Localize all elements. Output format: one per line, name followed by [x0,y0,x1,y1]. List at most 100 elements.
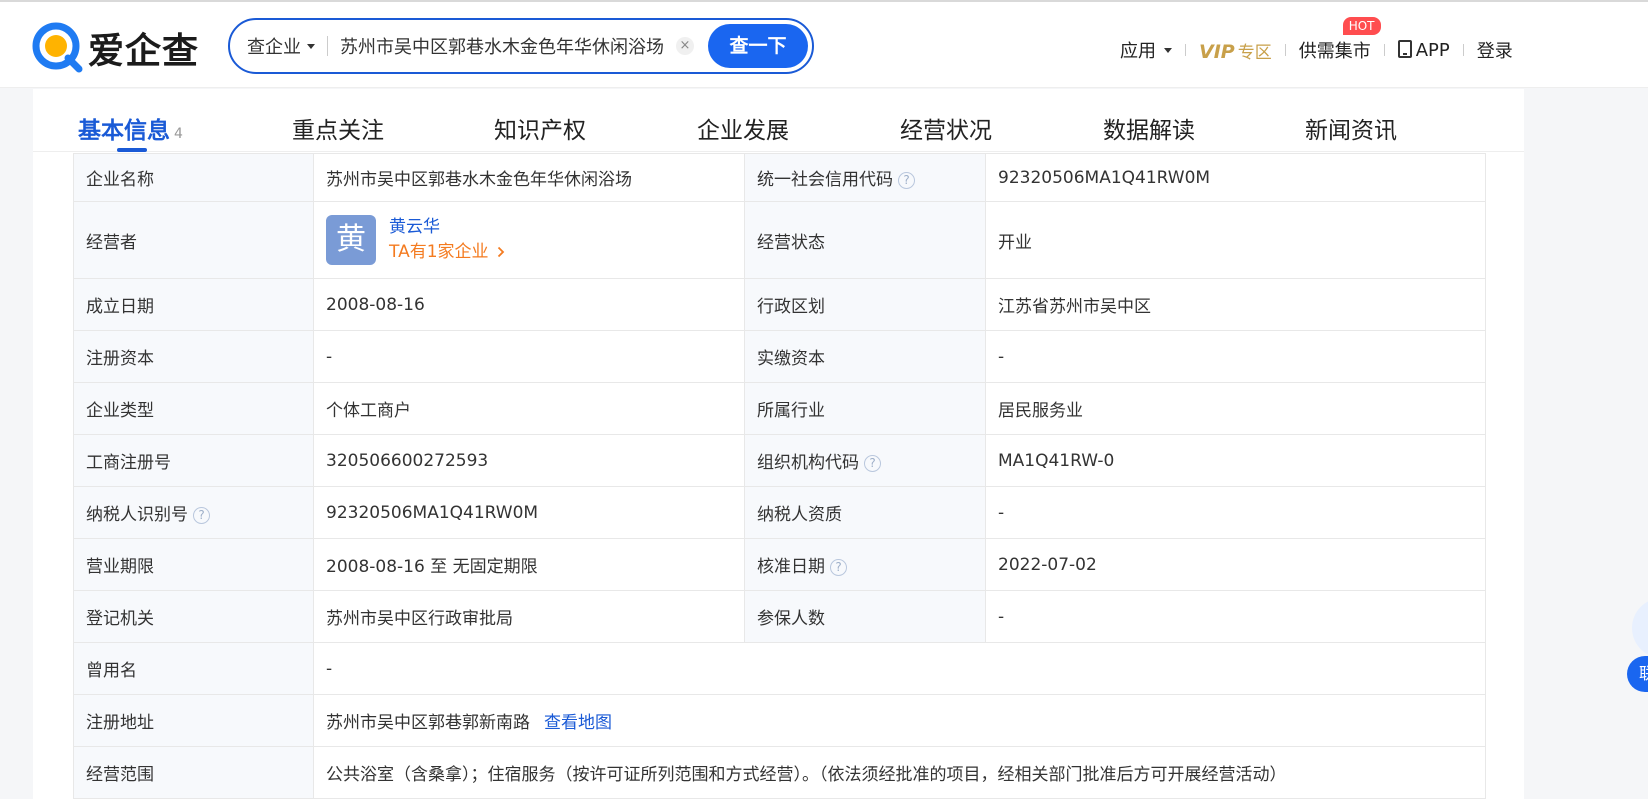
org-code-label-cell: 组织机构代码? [744,434,986,487]
tab-ip[interactable]: 知识产权 [494,111,586,145]
operator-companies-label: TA有1家企业 [389,242,489,262]
reg-capital-value: - [313,330,745,383]
tab-count: 4 [174,126,183,142]
table-row: 营业期限 2008-08-16 至 无固定期限 核准日期? 2022-07-02 [73,538,1486,591]
supply-market-label: 供需集市 [1298,41,1371,62]
tab-operations[interactable]: 经营状况 [900,111,992,145]
term-label: 营业期限 [73,538,314,591]
table-row: 注册地址 苏州市吴中区郭巷郭新南路 查看地图 [73,694,1486,747]
scope-value: 公共浴室（含桑拿）；住宿服务（按许可证所列范围和方式经营）。（依法须经批准的项目… [313,746,1486,799]
nav-divider [1383,44,1385,56]
site-logo[interactable]: 爱企查 [32,22,199,74]
tab-label: 基本信息 [78,118,170,144]
tab-key-focus[interactable]: 重点关注 [292,111,384,145]
nav-divider [1284,44,1286,56]
credit-code-label-cell: 统一社会信用代码? [744,153,986,202]
app-download-link[interactable]: APP [1397,39,1450,61]
region-value: 江苏省苏州市吴中区 [985,278,1486,331]
company-type-label: 企业类型 [73,382,314,435]
table-row: 曾用名 - [73,642,1486,695]
tab-development[interactable]: 企业发展 [697,111,789,145]
insured-label: 参保人数 [744,590,986,643]
table-row: 成立日期 2008-08-16 行政区划 江苏省苏州市吴中区 [73,278,1486,331]
floating-service-widget[interactable] [1632,598,1648,658]
region-label: 行政区划 [744,278,986,331]
former-name-label: 曾用名 [73,642,314,695]
founded-label: 成立日期 [73,278,314,331]
table-row: 企业名称 苏州市吴中区郭巷水木金色年华休闲浴场 统一社会信用代码? 923205… [73,153,1486,202]
search-button[interactable]: 查一下 [708,24,808,68]
former-name-value: - [313,642,1486,695]
hot-badge: HOT [1342,17,1381,35]
site-header: 爱企查 查企业 × 查一下 应用 VIP专区 供需集市 HOT APP 登录 [0,2,1648,88]
table-row: 纳税人识别号? 92320506MA1Q41RW0M 纳税人资质 - [73,486,1486,539]
vip-label: VIP [1199,40,1235,63]
scope-label: 经营范围 [73,746,314,799]
industry-label: 所属行业 [744,382,986,435]
logo-text: 爱企查 [88,31,200,72]
table-row: 注册资本 - 实缴资本 - [73,330,1486,383]
search-divider [327,36,328,56]
term-value: 2008-08-16 至 无固定期限 [313,538,745,591]
address-cell: 苏州市吴中区郭巷郭新南路 查看地图 [313,694,1486,747]
credit-code-value: 92320506MA1Q41RW0M [985,153,1486,202]
avatar[interactable]: 黄 [326,215,376,265]
section-tabs: 基本信息 4 重点关注 知识产权 企业发展 经营状况 数据解读 新闻资讯 [33,89,1524,152]
contact-badge[interactable]: 联 [1627,656,1648,692]
founded-value: 2008-08-16 [313,278,745,331]
company-type-value: 个体工商户 [313,382,745,435]
status-label: 经营状态 [744,201,986,279]
logo-magnifier-icon [32,22,84,74]
table-row: 工商注册号 320506600272593 组织机构代码? MA1Q41RW-0 [73,434,1486,487]
reg-no-value: 320506600272593 [313,434,745,487]
industry-value: 居民服务业 [985,382,1486,435]
view-map-link[interactable]: 查看地图 [544,713,612,733]
nav-divider [1462,44,1464,56]
tab-basic-info[interactable]: 基本信息 4 [78,111,183,145]
table-row: 登记机关 苏州市吴中区行政审批局 参保人数 - [73,590,1486,643]
vip-zone-label: 专区 [1237,42,1272,63]
help-icon[interactable]: ? [830,559,847,576]
reg-no-label: 工商注册号 [73,434,314,487]
apps-menu[interactable]: 应用 [1120,37,1172,63]
chevron-right-icon [497,246,505,258]
approval-date-label-cell: 核准日期? [744,538,986,591]
operator-companies-link[interactable]: TA有1家企业 [389,239,505,265]
phone-icon [1397,39,1412,58]
active-tab-underline [117,148,147,152]
help-icon[interactable]: ? [898,172,915,189]
taxpayer-id-label: 纳税人识别号 [86,505,188,525]
apps-menu-label: 应用 [1120,41,1156,62]
paid-capital-label: 实缴资本 [744,330,986,383]
nav-divider [1185,44,1186,56]
taxpayer-id-value: 92320506MA1Q41RW0M [313,486,745,539]
operator-name-link[interactable]: 黄云华 [389,215,505,239]
search-input[interactable] [340,35,670,57]
vip-zone-link[interactable]: VIP 专区 [1199,38,1272,63]
status-value: 开业 [985,201,1486,279]
taxpayer-qual-value: - [985,486,1486,539]
paid-capital-value: - [985,330,1486,383]
chevron-down-icon [307,43,315,49]
operator-label: 经营者 [73,201,314,279]
company-name-label: 企业名称 [73,153,314,202]
address-label: 注册地址 [73,694,314,747]
approval-date-value: 2022-07-02 [985,538,1486,591]
search-type-dropdown[interactable]: 查企业 [230,20,315,72]
supply-market-link[interactable]: 供需集市 HOT [1298,17,1381,63]
help-icon[interactable]: ? [864,455,881,472]
taxpayer-qual-label: 纳税人资质 [744,486,986,539]
authority-value: 苏州市吴中区行政审批局 [313,590,745,643]
tab-news[interactable]: 新闻资讯 [1305,111,1397,145]
app-label: APP [1415,39,1450,61]
clear-icon[interactable]: × [676,37,694,55]
table-row: 企业类型 个体工商户 所属行业 居民服务业 [73,382,1486,435]
org-code-value: MA1Q41RW-0 [985,434,1486,487]
header-nav: 应用 VIP 专区 供需集市 HOT APP 登录 [1120,17,1513,68]
login-link[interactable]: 登录 [1477,37,1513,63]
insured-value: - [985,590,1486,643]
help-icon[interactable]: ? [193,507,210,524]
basic-info-table: 企业名称 苏州市吴中区郭巷水木金色年华休闲浴场 统一社会信用代码? 923205… [73,153,1486,799]
table-row: 经营者 黄 黄云华 TA有1家企业 经营状态 开业 [73,201,1486,279]
tab-data-insight[interactable]: 数据解读 [1103,111,1195,145]
